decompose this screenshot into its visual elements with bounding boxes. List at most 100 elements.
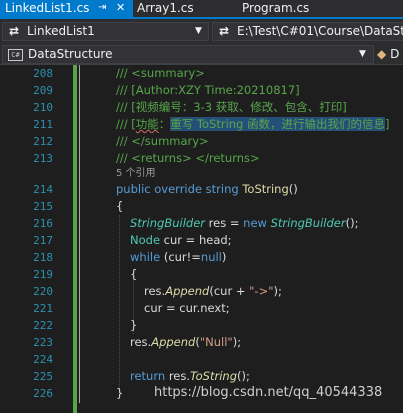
project-icon: ⇄ [9,24,20,38]
type-name: Node [130,233,161,247]
statement: while (cur!=null) [130,249,226,266]
chevron-down-icon: ▼ [359,49,366,59]
line-number: 213 [33,152,53,165]
code-line: 220 res.Append(cur + "->"); [0,283,403,300]
line-number: 226 [33,387,53,400]
punctuation: (); [237,369,250,383]
tab-label: Program.cs [242,1,310,15]
line-number: 223 [33,336,53,349]
code-line: 224 [0,351,403,368]
navigation-bar: ⇄ LinkedList1 ▼ ⇄ E:\Test\C#01\Course\Da… [0,19,403,44]
line-number: 218 [33,251,53,264]
brace: } [116,386,124,400]
comment-text: ： [158,117,171,131]
punctuation: () [288,182,298,196]
code-line: 214 public override string ToString() [0,181,403,198]
line-number: 210 [33,101,53,114]
statement: cur = cur.next; [144,301,230,315]
identifier: res. [144,284,166,298]
code-line: 213 /// <returns> </returns> [0,150,403,167]
scope-bar: C# DataStructure ▼ ◆ D [0,44,403,65]
path-icon: ⇄ [219,24,230,38]
member-dropdown[interactable]: ◆ D [377,45,403,64]
tab-linkedlist1[interactable]: LinkedList1.cs ⇥ ✕ [0,0,133,17]
statement: StringBuilder res = new StringBuilder(); [130,215,358,232]
doc-comment: /// </summary> [116,134,209,148]
code-line: 221 cur = cur.next; [0,300,403,317]
code-editor[interactable]: 208 /// <summary> 209 /// [Author:XZY Ti… [0,65,403,413]
keyword: new [243,216,267,230]
statement: return res.ToString(); [130,368,250,385]
chevron-down-icon: ▼ [195,26,202,36]
brace: { [116,199,124,213]
file-path-value: E:\Test\C#01\Course\DataStr [237,24,403,38]
code-line: 216 StringBuilder res = new StringBuilde… [0,215,403,232]
keyword: public [116,182,151,196]
class-icon: ◆ [377,47,387,61]
code-line: 210 /// [视频编号：3-3 获取、修改、包含、打印] [0,99,403,116]
doc-comment: /// [功能：重写 ToString 函数，进行输出我们的信息] [116,116,390,133]
line-number: 225 [33,370,53,383]
identifier: cur = head; [160,233,232,247]
statement: res.Append(cur + "->"); [144,283,282,300]
project-dropdown[interactable]: ⇄ LinkedList1 ▼ [2,22,209,41]
line-number: 208 [33,67,53,80]
codelens-references[interactable]: 5 个引用 [116,168,156,180]
code-line: 223 res.Append("Null"); [0,334,403,351]
line-number: 217 [33,234,53,247]
type-name: StringBuilder [130,216,205,230]
code-line: 218 while (cur!=null) [0,249,403,266]
keyword: null [200,250,222,264]
line-number: 222 [33,319,53,332]
line-number: 219 [33,268,53,281]
punctuation: (); [345,216,359,230]
doc-comment: /// <summary> [116,66,205,80]
type-name: StringBuilder [270,216,346,230]
keyword: return [130,369,166,383]
code-line: 208 /// <summary> [0,65,403,82]
line-number: 209 [33,84,53,97]
code-line: 219 { [0,266,403,283]
document-tab-strip: LinkedList1.cs ⇥ ✕ Array1.cs Program.cs [0,0,403,17]
identifier: res. [165,369,191,383]
comment-text: ] [385,117,390,131]
csharp-file-icon: C# [8,49,23,61]
text-selection: 重写 ToString 函数，进行输出我们的信息 [170,117,386,131]
file-path-dropdown[interactable]: ⇄ E:\Test\C#01\Course\DataStr [212,22,403,41]
string-literal: "->" [249,284,274,298]
method-signature: public override string ToString() [116,181,298,198]
identifier: (cur + [209,284,250,298]
code-line: 209 /// [Author:XZY Time:20210817] [0,82,403,99]
project-dropdown-value: LinkedList1 [27,24,95,38]
tab-array1[interactable]: Array1.cs [133,0,233,17]
line-number: 214 [33,183,53,196]
doc-comment: /// [Author:XZY Time:20210817] [116,83,300,97]
tab-label: LinkedList1.cs [5,1,90,15]
namespace-dropdown[interactable]: C# DataStructure ▼ [2,45,374,64]
brace: } [130,318,138,332]
method-name: Append [165,284,210,298]
string-literal: "Null" [199,335,233,349]
watermark: https://blog.csdn.net/qq_40544338 [154,385,383,400]
namespace-value: DataStructure [28,47,113,61]
line-number: 215 [33,200,53,213]
code-line: 225 return res.ToString(); [0,368,403,385]
identifier: res = [205,216,244,230]
code-line: 222 } [0,317,403,334]
line-number: 212 [33,135,53,148]
identifier: (cur!= [160,250,201,264]
doc-comment: /// <returns> </returns> [116,151,260,165]
doc-comment: /// [视频编号：3-3 获取、修改、包含、打印] [116,100,347,114]
line-number: 224 [33,353,53,366]
keyword: string [205,182,239,196]
method-name: ToString [242,182,289,196]
punctuation: ); [232,335,242,349]
tab-program[interactable]: Program.cs [238,0,348,17]
statement: res.Append("Null"); [130,334,241,351]
code-line: 217 Node cur = head; [0,232,403,249]
code-line: 211 /// [功能：重写 ToString 函数，进行输出我们的信息] [0,116,403,133]
close-icon[interactable]: ✕ [116,0,125,16]
comment-text: /// [ [116,117,136,131]
pin-icon[interactable]: ⇥ [98,0,106,16]
brace: { [130,267,138,281]
